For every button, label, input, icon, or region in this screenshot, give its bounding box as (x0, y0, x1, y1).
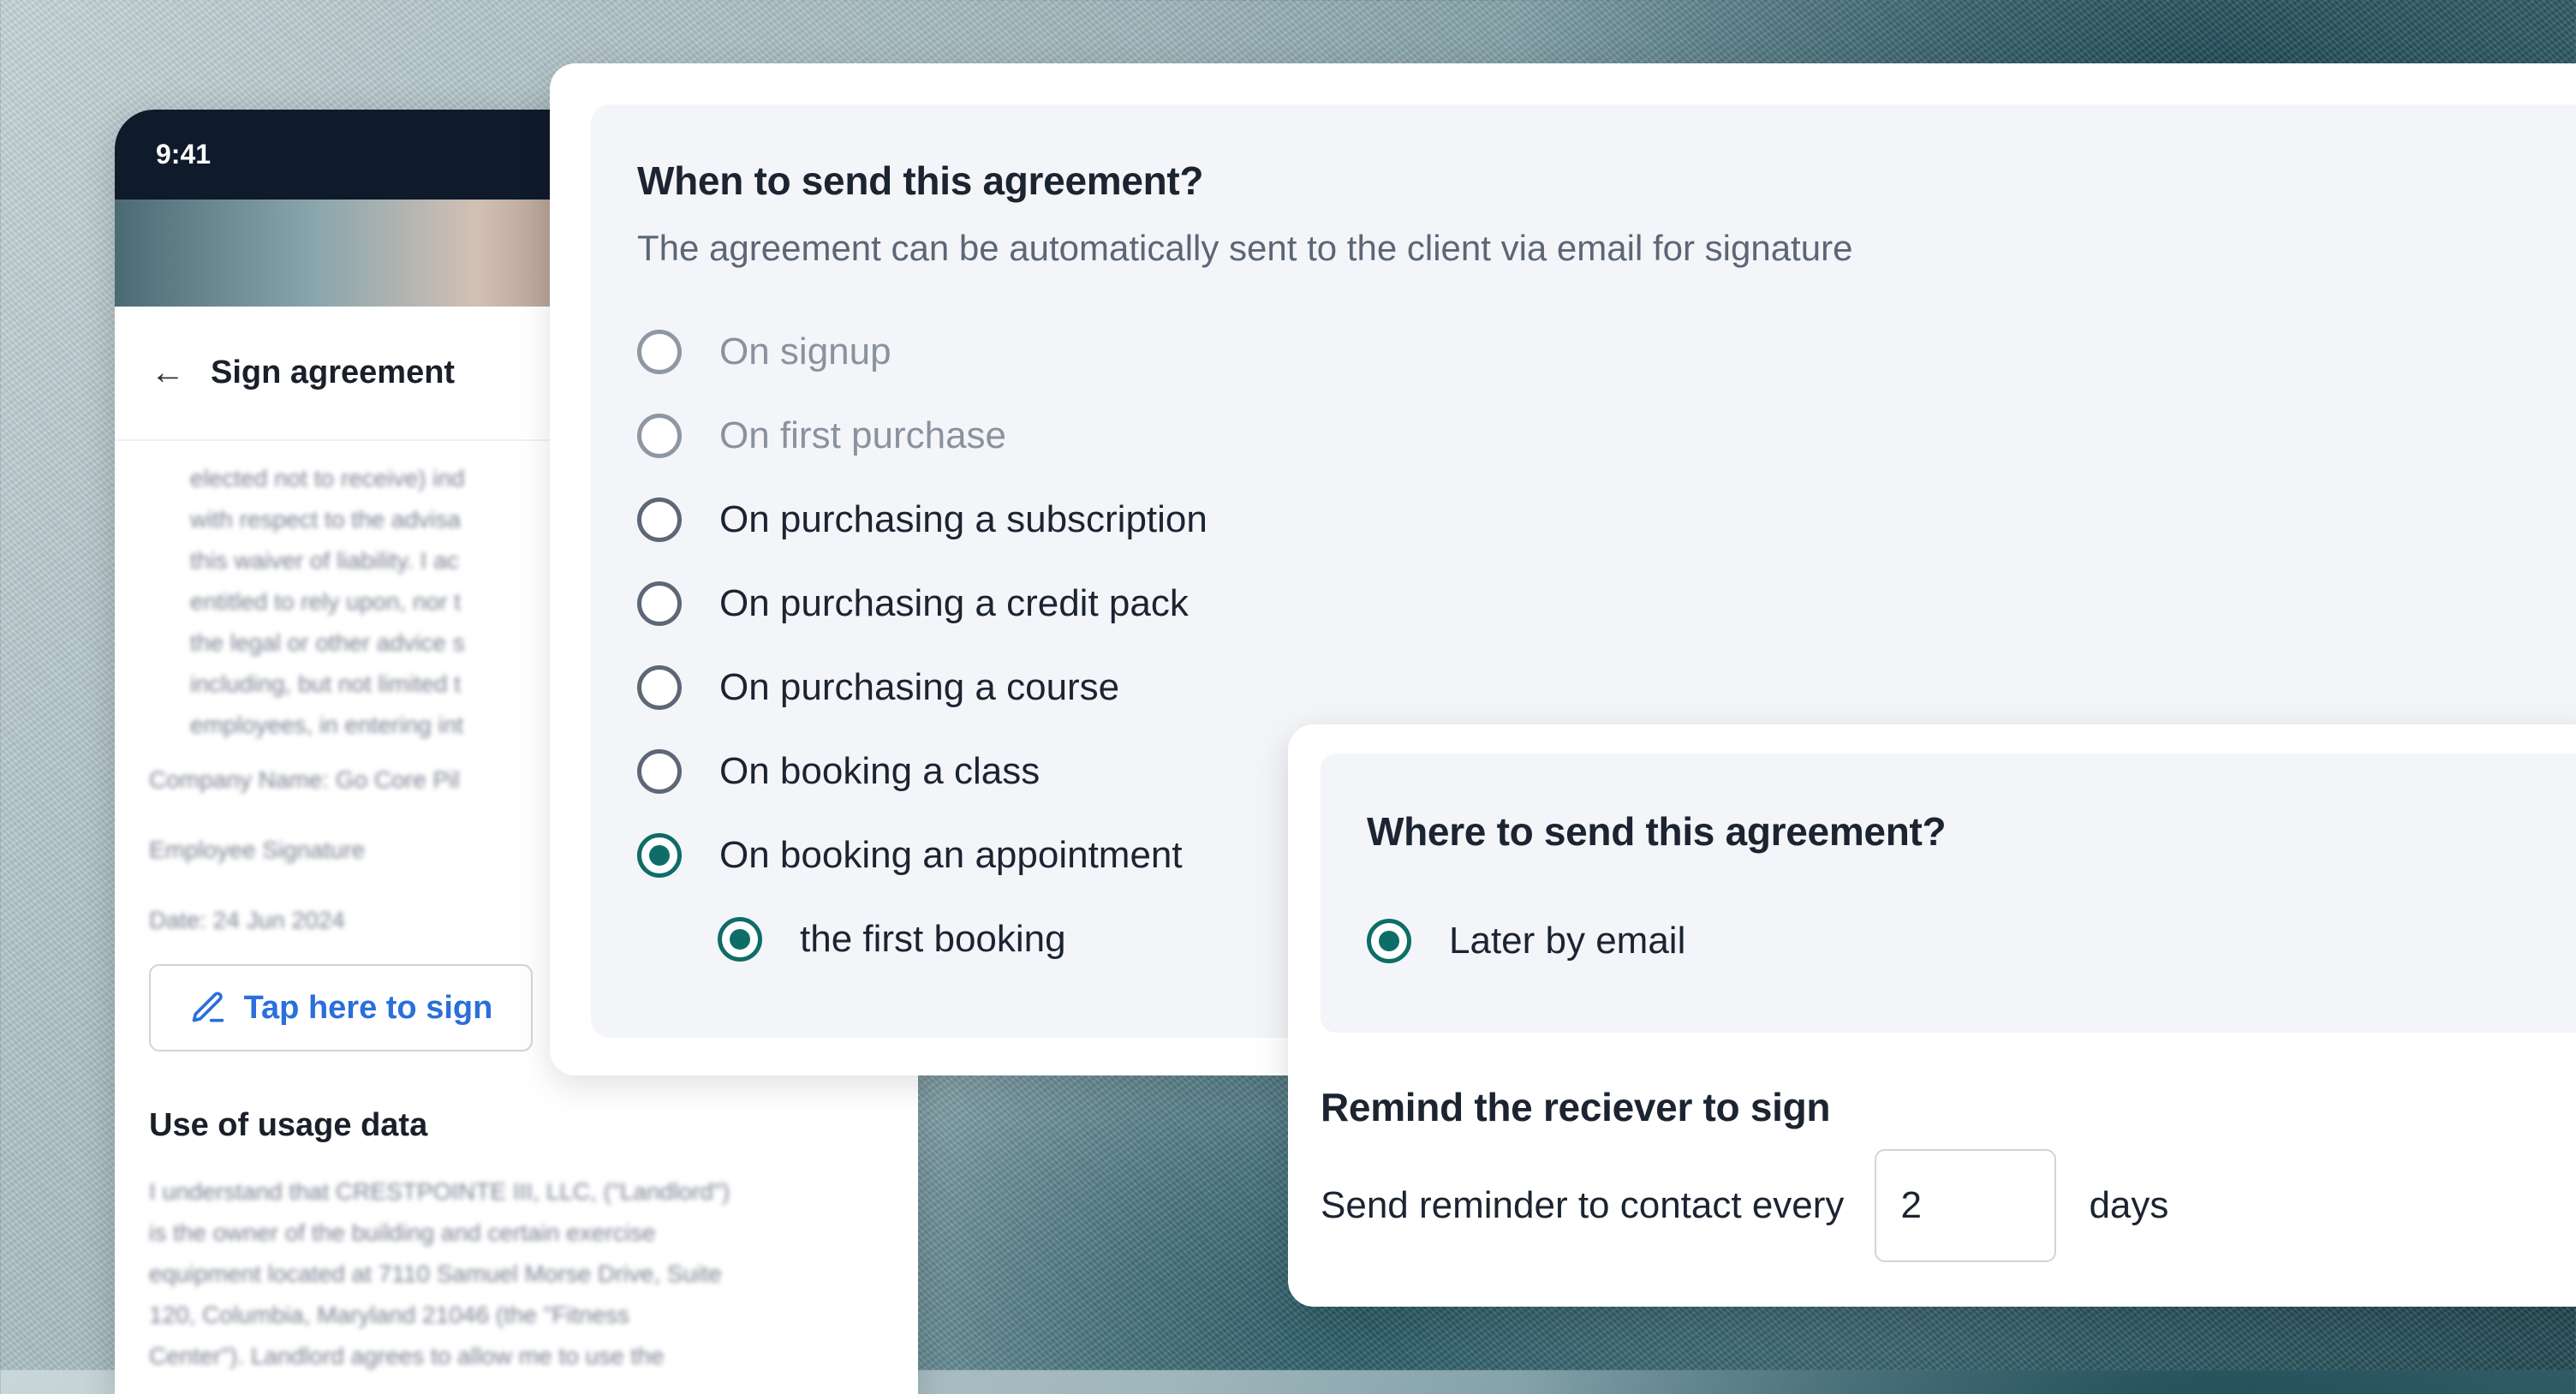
radio-option-label: On booking an appointment (719, 834, 1183, 876)
reminder-prefix: Send reminder to contact every (1321, 1184, 1845, 1226)
usage-line: equipment located at 7110 Samuel Morse D… (149, 1260, 722, 1287)
radio-button-selected[interactable] (1367, 919, 1411, 963)
radio-button[interactable] (637, 497, 682, 542)
sign-button-label: Tap here to sign (243, 989, 493, 1026)
radio-button[interactable] (637, 665, 682, 710)
radio-option-label: Later by email (1449, 920, 1686, 962)
radio-option-appointment[interactable]: On booking an appointment (637, 813, 1208, 897)
radio-option-label: the first booking (800, 918, 1066, 960)
page-title: Sign agreement (211, 354, 456, 390)
radio-option-course[interactable]: On purchasing a course (637, 646, 1208, 730)
radio-option-on-first-purchase[interactable]: On first purchase (637, 394, 1208, 478)
usage-data-title: Use of usage data (149, 1107, 428, 1143)
when-section-title: When to send this agreement? (637, 158, 1204, 203)
reminder-section-title: Remind the reciever to sign (1321, 1085, 1831, 1129)
tap-to-sign-button[interactable]: Tap here to sign (149, 964, 533, 1051)
radio-option-subscription[interactable]: On purchasing a subscription (637, 478, 1208, 562)
radio-option-label: On purchasing a course (719, 666, 1120, 708)
radio-button[interactable] (637, 581, 682, 626)
radio-option-label: On purchasing a subscription (719, 498, 1208, 540)
reminder-suffix: days (2089, 1184, 2169, 1226)
where-to-send-panel: Where to send this agreement? Later by e… (1321, 754, 2576, 1033)
radio-option-class[interactable]: On booking a class (637, 730, 1208, 813)
radio-option-label: On first purchase (719, 414, 1007, 456)
usage-line: 120, Columbia, Maryland 21046 (the "Fitn… (149, 1302, 629, 1328)
radio-button[interactable] (637, 749, 682, 794)
radio-button[interactable] (637, 414, 682, 458)
when-radio-group: On signup On first purchase On purchasin… (637, 310, 1208, 981)
radio-button-selected[interactable] (718, 917, 762, 962)
where-to-send-card: Where to send this agreement? Later by e… (1288, 724, 2576, 1307)
back-arrow-icon[interactable]: ← (151, 354, 211, 392)
radio-option-label: On purchasing a credit pack (719, 582, 1189, 624)
pen-icon (192, 992, 224, 1022)
reminder-row: Send reminder to contact every days (1321, 1149, 2168, 1262)
where-section-title: Where to send this agreement? (1367, 809, 1947, 854)
status-time: 9:41 (156, 139, 212, 170)
radio-option-label: On booking a class (719, 750, 1041, 792)
usage-data-text: I understand that CRESTPOINTE III, LLC, … (149, 1171, 903, 1394)
reminder-days-input[interactable] (1875, 1149, 2057, 1262)
usage-line: I understand that CRESTPOINTE III, LLC, … (149, 1178, 730, 1205)
when-section-subtitle: The agreement can be automatically sent … (637, 228, 1853, 268)
radio-button[interactable] (637, 330, 682, 374)
radio-option-later-by-email[interactable]: Later by email (1367, 899, 1685, 983)
radio-option-label: On signup (719, 331, 891, 372)
usage-line: Center"). Landlord agrees to allow me to… (149, 1343, 665, 1369)
radio-option-on-signup[interactable]: On signup (637, 310, 1208, 394)
radio-option-credit-pack[interactable]: On purchasing a credit pack (637, 562, 1208, 646)
usage-line: is the owner of the building and certain… (149, 1219, 656, 1246)
radio-button-selected[interactable] (637, 833, 682, 878)
radio-option-first-booking[interactable]: the first booking (637, 897, 1208, 981)
